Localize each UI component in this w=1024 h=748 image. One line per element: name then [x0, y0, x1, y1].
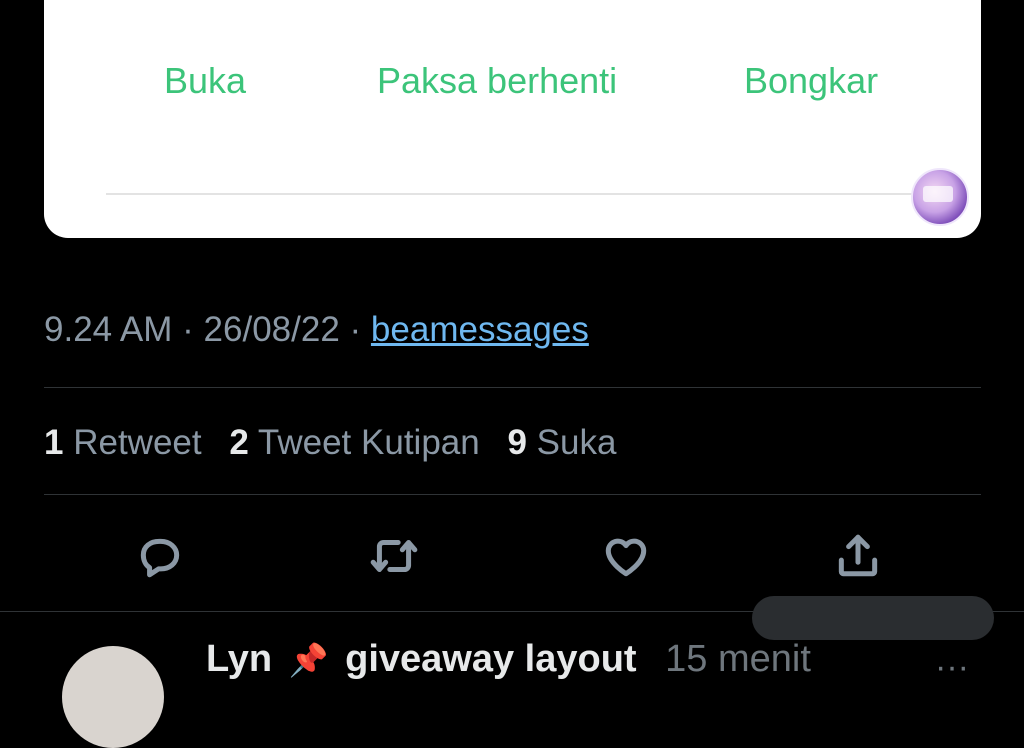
next-tweet-title[interactable]: giveaway layout	[345, 638, 636, 680]
retweet-button[interactable]	[366, 528, 422, 584]
toast-pill	[752, 596, 994, 640]
retweet-icon	[370, 539, 418, 573]
likes-label: Suka	[536, 423, 617, 462]
share-button[interactable]	[830, 528, 886, 584]
tweet-stats: 1 Retweet 2 Tweet Kutipan 9 Suka	[44, 423, 634, 463]
next-tweet-header: Lyn 📌 giveaway layout 15 menit	[206, 638, 811, 681]
dialog-divider	[106, 193, 945, 195]
quotes-count: 2	[229, 423, 249, 462]
meta-separator: ·	[349, 310, 362, 349]
reply-button[interactable]	[132, 528, 188, 584]
tweet-time: 9.24 AM	[44, 310, 173, 349]
likes-stat[interactable]: 9 Suka	[507, 423, 616, 462]
open-button[interactable]: Buka	[164, 60, 246, 102]
tweet-date: 26/08/22	[203, 310, 340, 349]
app-dialog-card: Buka Paksa berhenti Bongkar	[44, 0, 981, 238]
next-tweet-name[interactable]: Lyn	[206, 638, 272, 680]
divider	[44, 387, 981, 388]
divider	[44, 494, 981, 495]
tweet-source-link[interactable]: beamessages	[371, 310, 589, 349]
likes-count: 9	[507, 423, 527, 462]
quotes-label: Tweet Kutipan	[257, 423, 480, 462]
quotes-stat[interactable]: 2 Tweet Kutipan	[229, 423, 479, 462]
retweets-label: Retweet	[73, 423, 202, 462]
heart-icon	[605, 538, 647, 577]
retweets-stat[interactable]: 1 Retweet	[44, 423, 202, 462]
like-button[interactable]	[598, 528, 654, 584]
tweet-meta: 9.24 AM · 26/08/22 · beamessages	[44, 310, 589, 350]
retweets-count: 1	[44, 423, 64, 462]
avatar[interactable]	[62, 646, 164, 748]
uninstall-button[interactable]: Bongkar	[744, 60, 878, 102]
avatar[interactable]	[911, 168, 969, 226]
share-icon	[838, 534, 878, 577]
pin-icon: 📌	[288, 642, 329, 678]
next-tweet-time: 15 menit	[665, 638, 811, 680]
meta-separator: ·	[182, 310, 194, 349]
reply-icon	[140, 538, 180, 578]
force-stop-button[interactable]: Paksa berhenti	[377, 60, 617, 102]
more-options-icon[interactable]: ···	[935, 648, 969, 687]
